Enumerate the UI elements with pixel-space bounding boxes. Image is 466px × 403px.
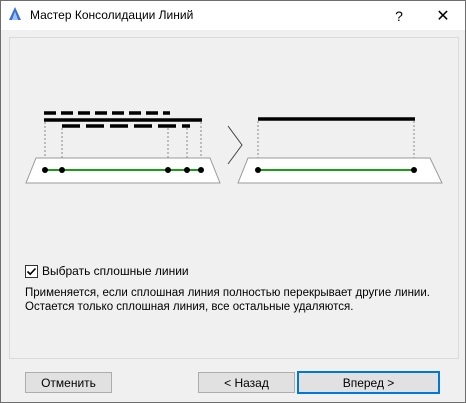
description-line-2: Остается только сплошная линия, все оста…: [25, 301, 354, 313]
close-icon: ✕: [436, 7, 450, 25]
description-line-1: Применяется, если сплошная линия полност…: [25, 287, 430, 299]
content-panel: Выбрать сплошные линии Применяется, если…: [9, 37, 459, 359]
solid-lines-checkbox[interactable]: [25, 264, 38, 278]
chevron-right-icon: [227, 125, 243, 165]
consolidation-diagram: [25, 111, 443, 184]
window-title: Мастер Консолидации Линий: [30, 8, 194, 22]
back-button[interactable]: < Назад: [198, 372, 295, 393]
checkmark-icon: [26, 267, 37, 275]
wizard-window: Мастер Консолидации Линий ? ✕ Выбрать сп…: [0, 0, 466, 403]
solid-lines-option[interactable]: Выбрать сплошные линии: [25, 264, 189, 278]
help-icon: ?: [395, 7, 403, 24]
before-illustration: [25, 111, 221, 184]
option-description: Применяется, если сплошная линия полност…: [25, 286, 430, 314]
solid-lines-checkbox-label[interactable]: Выбрать сплошные линии: [42, 264, 189, 278]
close-button[interactable]: ✕: [421, 1, 465, 30]
next-button[interactable]: Вперед >: [297, 371, 440, 394]
help-button[interactable]: ?: [377, 1, 421, 30]
title-bar: Мастер Консолидации Линий ? ✕: [1, 1, 465, 30]
after-illustration: [237, 117, 443, 184]
app-icon: [9, 7, 21, 20]
cancel-button[interactable]: Отменить: [25, 372, 112, 393]
